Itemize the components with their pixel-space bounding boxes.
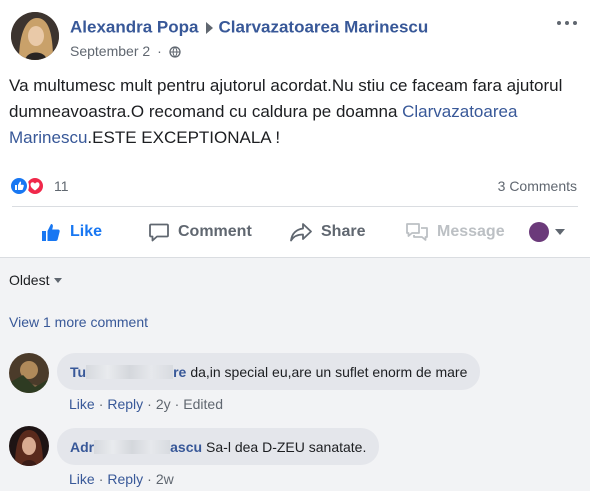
author-name[interactable]: Alexandra Popa xyxy=(70,18,199,37)
comment-button[interactable]: Comment xyxy=(148,207,590,257)
comment-count-link[interactable]: 3 Comments xyxy=(498,178,577,194)
commenter-name-end: ascu xyxy=(170,438,203,455)
meta-separator: · xyxy=(147,396,152,412)
commenter-name-start: Tu xyxy=(70,363,87,380)
commenter-name-end: re xyxy=(173,363,187,380)
post-as-selector[interactable] xyxy=(529,221,565,243)
meta-separator: · xyxy=(98,471,104,487)
commenter-avatar[interactable] xyxy=(9,353,49,393)
like-button[interactable]: Like xyxy=(40,207,102,257)
sort-label: Oldest xyxy=(9,272,50,288)
chevron-down-icon xyxy=(555,229,565,235)
like-reaction-icon xyxy=(9,176,29,196)
commenter-avatar[interactable] xyxy=(9,426,49,466)
globe-icon[interactable] xyxy=(168,46,181,58)
comment-edited-label[interactable]: Edited xyxy=(183,396,223,412)
speech-bubble-icon xyxy=(149,223,169,242)
comment-meta: Like · Reply · 2y · Edited xyxy=(69,396,223,412)
post-body: Va multumesc mult pentru ajutorul acorda… xyxy=(9,73,579,151)
post-actions-bar: Like Comment Share Message xyxy=(0,207,590,257)
share-label: Share xyxy=(321,223,366,240)
comment-reply-link[interactable]: Reply xyxy=(107,471,143,487)
like-label: Like xyxy=(70,223,103,240)
comment-bubble: Adr ascu Sa-l dea D-ZEU sanatate. xyxy=(57,428,380,465)
comment-bubble: Tu re da,in special eu,are un suflet enor… xyxy=(57,353,481,390)
target-page-name[interactable]: Clarvazatoarea Marinescu xyxy=(219,18,429,37)
blurred-name xyxy=(94,439,171,454)
comment-like-link[interactable]: Like xyxy=(69,471,95,487)
comment-reply-link[interactable]: Reply xyxy=(107,396,143,412)
commenter-name[interactable]: Adr ascu xyxy=(70,439,202,455)
comment-text: da,in special eu,are un suflet enorm de … xyxy=(190,363,468,380)
meta-separator: · xyxy=(174,396,180,412)
post-text-end: .ESTE EXCEPTIONALA ! xyxy=(87,128,281,147)
post-meta: September 2 · xyxy=(70,43,181,59)
comment-like-link[interactable]: Like xyxy=(69,396,95,412)
comment-meta: Like · Reply · 2w xyxy=(69,471,174,487)
more-dots-icon[interactable] xyxy=(556,18,578,28)
view-more-comments-link[interactable]: View 1 more comment xyxy=(9,314,148,330)
share-button[interactable]: Share xyxy=(289,207,365,257)
comment-text: Sa-l dea D-ZEU sanatate. xyxy=(206,438,367,455)
share-arrow-icon xyxy=(290,223,312,242)
comment-label: Comment xyxy=(178,223,252,240)
comment-sort-dropdown[interactable]: Oldest xyxy=(9,272,63,288)
post-header: Alexandra Popa Clarvazatoarea Marinescu S… xyxy=(0,0,590,68)
right-arrow-icon xyxy=(205,21,213,34)
thumbs-up-icon xyxy=(42,224,60,241)
post-date[interactable]: September 2 xyxy=(70,43,150,59)
comments-section: Oldest View 1 more comment Tu re da,in sp… xyxy=(0,257,590,491)
meta-separator: · xyxy=(98,396,104,412)
comment-time[interactable]: 2w xyxy=(156,471,174,487)
commenter-name-start: Adr xyxy=(70,438,95,455)
meta-separator: · xyxy=(147,471,152,487)
meta-separator: · xyxy=(157,43,162,59)
commenter-name[interactable]: Tu re xyxy=(70,364,186,380)
message-label: Message xyxy=(437,223,505,240)
message-button[interactable]: Message xyxy=(405,207,505,257)
chevron-down-icon xyxy=(54,278,63,283)
reaction-count: 11 xyxy=(54,178,69,194)
post-title: Alexandra Popa Clarvazatoarea Marinescu xyxy=(70,17,428,38)
page-avatar xyxy=(529,222,549,242)
comment-time[interactable]: 2y xyxy=(156,396,171,412)
blurred-name xyxy=(86,364,174,379)
message-bubbles-icon xyxy=(406,223,428,241)
author-avatar[interactable] xyxy=(11,12,59,60)
